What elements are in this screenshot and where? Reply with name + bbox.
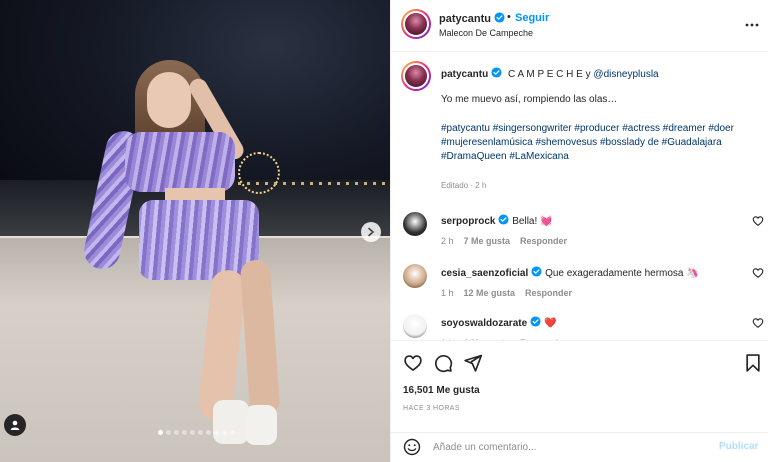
woman-in-purple-dress xyxy=(80,60,281,450)
verified-badge-icon xyxy=(531,266,542,277)
verified-badge-icon xyxy=(530,316,541,327)
post-side-panel: patycantu • Seguir Malecon De Campeche p… xyxy=(390,0,768,462)
post-location[interactable]: Malecon De Campeche xyxy=(439,28,533,38)
comment-time[interactable]: 2 h xyxy=(441,236,454,246)
carousel-dot xyxy=(222,430,227,435)
caption-text: Yo me muevo así, rompiendo las olas… xyxy=(441,94,618,105)
left-sneaker xyxy=(213,400,249,444)
verified-badge-icon xyxy=(498,214,510,225)
dress-top xyxy=(125,132,235,192)
comment-likes[interactable]: 7 Me gusta xyxy=(464,236,511,246)
add-comment-bar: Publicar xyxy=(391,432,768,462)
caption-hashtags[interactable]: #patycantu #singersongwriter #producer #… xyxy=(441,122,741,164)
comment-likes[interactable]: 12 Me gusta xyxy=(464,288,516,298)
comment-row: soyoswaldozarate ❤️1 h6 Me gustaResponde… xyxy=(391,310,768,340)
post-actions: 16,501 Me gusta HACE 3 HORAS xyxy=(391,340,768,432)
verified-badge-icon xyxy=(491,67,502,78)
publish-button[interactable]: Publicar xyxy=(719,441,758,452)
comment-like-heart-icon[interactable] xyxy=(752,317,764,329)
caption-mention-1[interactable]: C A M P E C H E xyxy=(508,69,583,80)
carousel-dot xyxy=(166,430,171,435)
carousel-dot xyxy=(230,430,235,435)
comment-like-heart-icon[interactable] xyxy=(752,267,764,279)
comment-meta: 2 h 7 Me gusta Responder xyxy=(441,236,567,246)
comment-text-line: soyoswaldozarate ❤️ xyxy=(441,316,556,329)
comment-text: Bella! 💓 xyxy=(512,216,553,227)
comment-row: cesia_saenzoficial Que exageradamente he… xyxy=(391,260,768,310)
caption-edited-time: Editado · 2 h xyxy=(441,181,487,190)
comment-like-heart-icon[interactable] xyxy=(752,215,764,227)
comment-row: serpoprock Bella! 💓 2 h 7 Me gusta Responde… xyxy=(391,208,768,258)
comment-meta: 1 h 12 Me gusta Responder xyxy=(441,288,572,298)
likes-count[interactable]: 16,501 Me gusta xyxy=(403,385,480,396)
post-time: HACE 3 HORAS xyxy=(403,405,460,412)
comment-avatar[interactable] xyxy=(403,314,427,338)
caption-username[interactable]: patycantu xyxy=(441,69,488,80)
comment-username[interactable]: serpoprock xyxy=(441,216,495,227)
comment-time[interactable]: 1 h xyxy=(441,288,454,298)
caption-header: patycantu C A M P E C H E y @disneyplusl… xyxy=(441,67,659,80)
comment-avatar[interactable] xyxy=(403,264,427,288)
carousel-dot xyxy=(190,430,195,435)
carousel-next-button[interactable] xyxy=(361,222,381,242)
carousel-dot xyxy=(198,430,203,435)
caption-author-avatar[interactable] xyxy=(401,61,431,91)
carousel-dot xyxy=(182,430,187,435)
caption-connector: y xyxy=(582,69,594,80)
tagged-users-button[interactable] xyxy=(4,414,26,436)
post-header: patycantu • Seguir Malecon De Campeche xyxy=(391,0,768,52)
follow-button[interactable]: Seguir xyxy=(515,12,549,24)
chevron-right-icon xyxy=(368,227,375,237)
share-paper-plane-icon[interactable] xyxy=(463,353,483,373)
face xyxy=(147,72,191,128)
comment-text: Que exageradamente hermosa 🦄 xyxy=(545,268,699,279)
carousel-dot xyxy=(158,430,163,435)
comment-text-line: cesia_saenzoficial Que exageradamente he… xyxy=(441,266,699,279)
carousel-dot xyxy=(214,430,219,435)
carousel-indicator xyxy=(158,430,235,435)
author-avatar[interactable] xyxy=(401,9,431,39)
more-options-icon[interactable] xyxy=(744,18,760,32)
comment-username[interactable]: cesia_saenzoficial xyxy=(441,268,528,279)
left-leg xyxy=(197,268,247,422)
like-heart-icon[interactable] xyxy=(403,353,423,373)
emoji-smile-icon[interactable] xyxy=(403,438,421,456)
comment-reply-button[interactable]: Responder xyxy=(520,236,567,246)
comment-avatar[interactable] xyxy=(403,212,427,236)
carousel-dot xyxy=(174,430,179,435)
post-media[interactable] xyxy=(0,0,390,462)
user-tag-icon xyxy=(10,420,20,430)
caption-mention-2[interactable]: @disneyplusla xyxy=(593,69,658,80)
comment-username[interactable]: soyoswaldozarate xyxy=(441,318,527,329)
comment-text-line: serpoprock Bella! 💓 xyxy=(441,214,553,227)
comments-scroll-area[interactable]: patycantu C A M P E C H E y @disneyplusl… xyxy=(391,52,768,340)
save-bookmark-icon[interactable] xyxy=(743,353,763,373)
comment-text: ❤️ xyxy=(543,318,557,329)
verified-badge-icon xyxy=(494,12,505,23)
header-separator: • xyxy=(507,11,511,23)
comment-reply-button[interactable]: Responder xyxy=(525,288,572,298)
author-username[interactable]: patycantu xyxy=(439,12,505,25)
carousel-dot xyxy=(206,430,211,435)
right-sneaker xyxy=(245,405,277,445)
comment-bubble-icon[interactable] xyxy=(433,353,453,373)
add-comment-input[interactable] xyxy=(433,439,703,455)
